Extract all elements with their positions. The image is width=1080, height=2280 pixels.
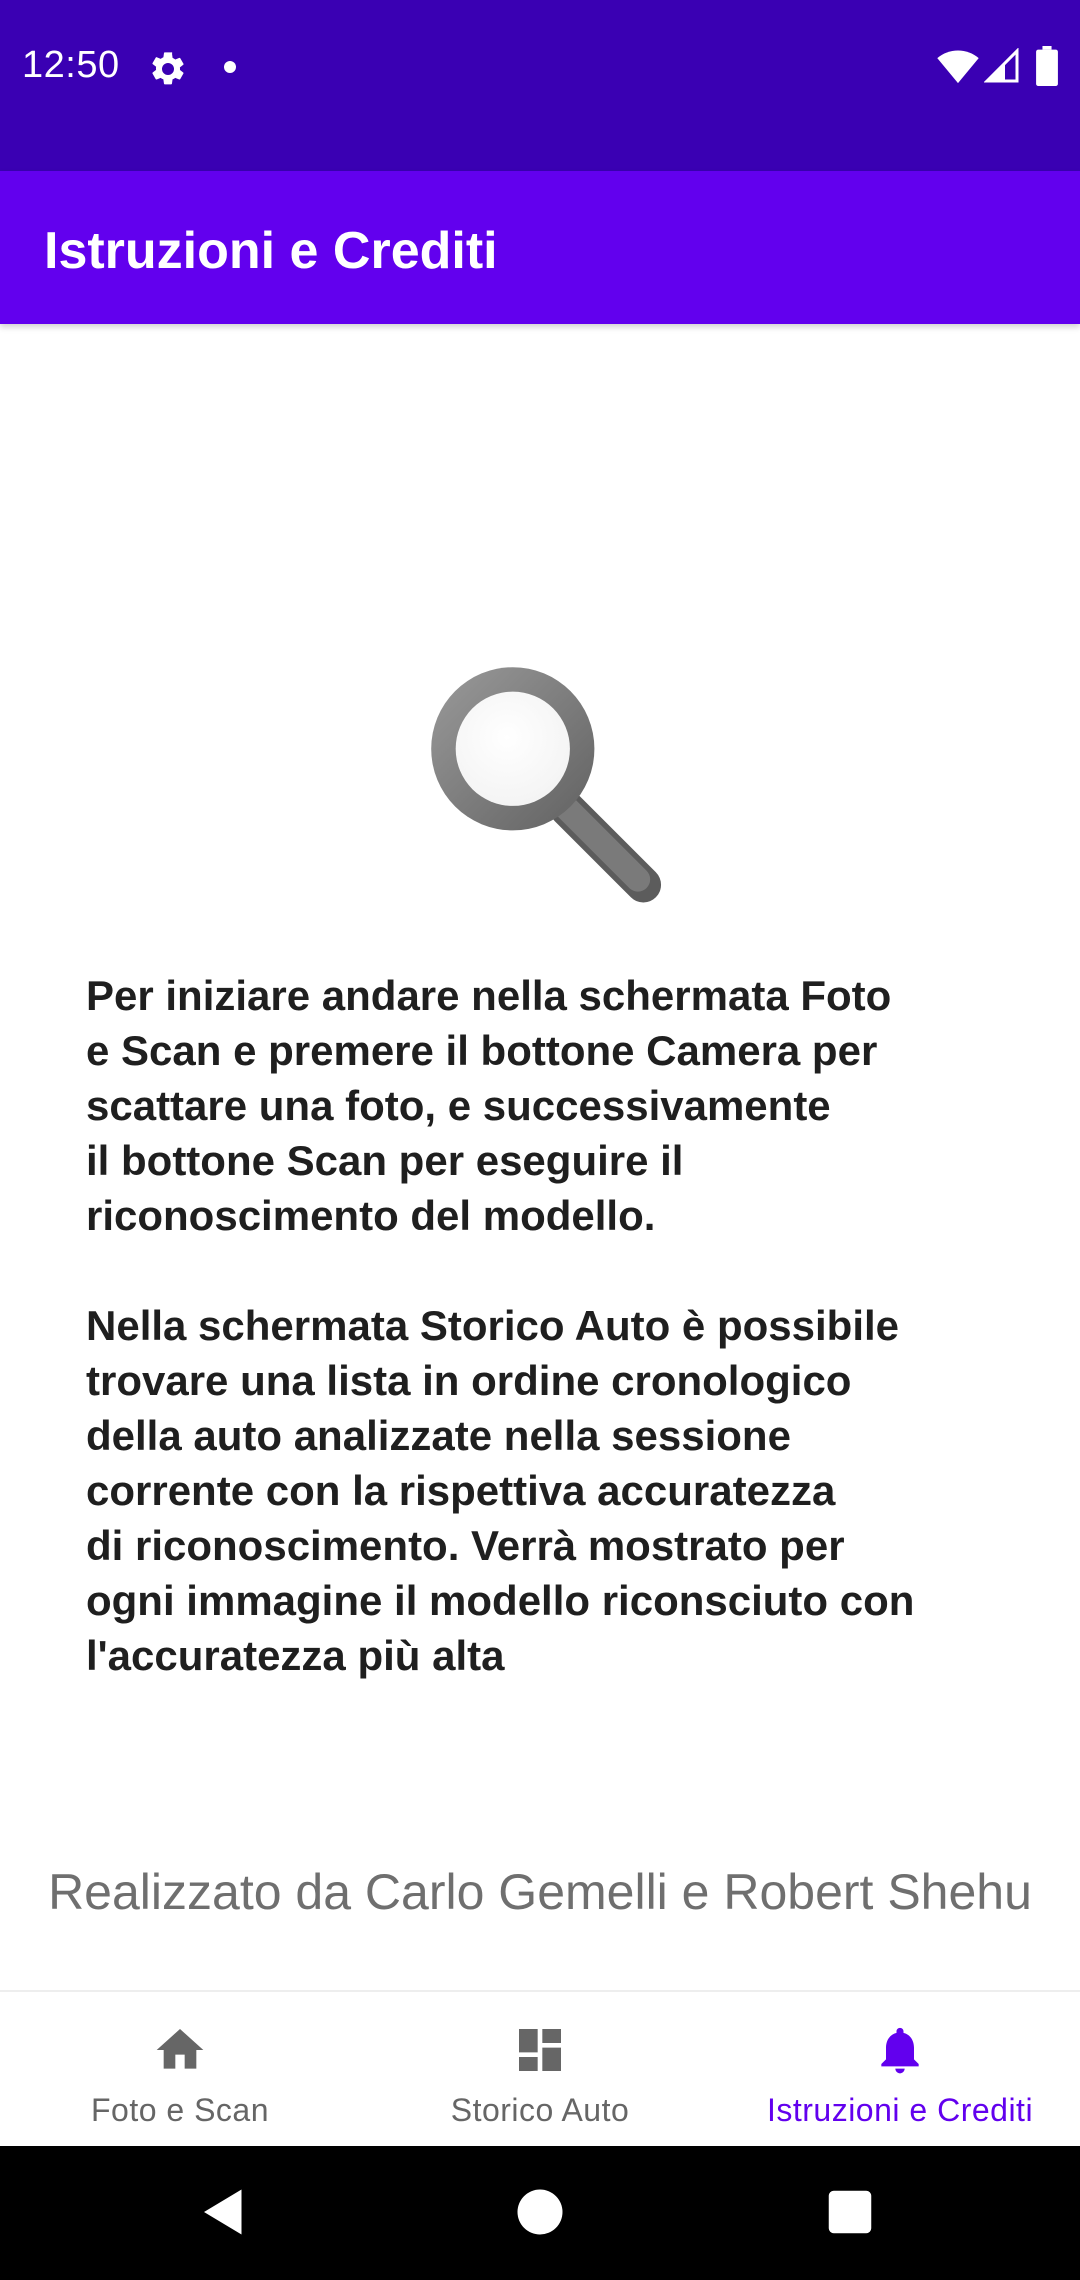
battery-icon — [1036, 46, 1058, 86]
app-bar: Istruzioni e Crediti — [0, 171, 1080, 324]
status-time: 12:50 — [22, 44, 120, 86]
nav-label-istruzioni-e-crediti: Istruzioni e Crediti — [766, 2092, 1034, 2128]
nav-item-istruzioni-e-crediti[interactable]: Istruzioni e Crediti — [720, 1992, 1080, 2148]
bottom-navigation: Foto e Scan Storico Auto Istruzioni e Cr… — [0, 1990, 1080, 2146]
nav-item-foto-e-scan[interactable]: Foto e Scan — [0, 1992, 360, 2148]
system-navigation-bar — [0, 2146, 1080, 2280]
home-circle-icon[interactable] — [510, 2182, 570, 2242]
credits-text: Realizzato da Carlo Gemelli e Robert She… — [48, 1864, 1032, 1920]
wifi-icon — [937, 50, 979, 84]
instructions-text: Per iniziare andare nella schermata Foto… — [86, 972, 915, 1679]
bell-icon — [881, 2027, 919, 2074]
nav-label-foto-e-scan: Foto e Scan — [90, 2092, 270, 2128]
recents-icon[interactable] — [820, 2182, 880, 2242]
back-icon[interactable] — [194, 2182, 254, 2242]
magnifying-glass-icon — [431, 667, 662, 903]
nav-label-storico-auto: Storico Auto — [450, 2092, 630, 2128]
nav-item-storico-auto[interactable]: Storico Auto — [360, 1992, 720, 2148]
notification-dot-icon — [224, 61, 236, 73]
page-title: Istruzioni e Crediti — [44, 222, 498, 280]
status-bar: 12:50 — [0, 0, 1080, 171]
dashboard-icon — [519, 2029, 561, 2071]
home-icon — [156, 2029, 204, 2069]
cell-signal-icon — [984, 48, 1019, 83]
gear-icon — [152, 52, 184, 85]
